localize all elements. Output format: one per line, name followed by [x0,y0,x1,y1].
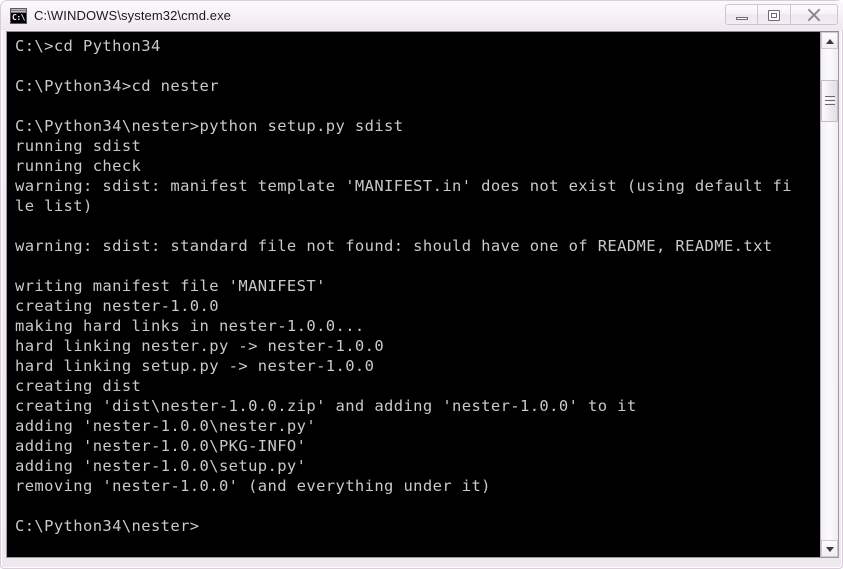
window-title: C:\WINDOWS\system32\cmd.exe [34,8,232,23]
console-line: warning: sdist: standard file not found:… [15,237,773,255]
console-line: C:\Python34\nester> [15,517,200,535]
cmd-window: C:\. C:\WINDOWS\system32\cmd.exe C:\>cd … [0,0,843,569]
console-line: running sdist [15,137,142,155]
console-line: creating 'dist\nester-1.0.0.zip' and add… [15,397,637,415]
console-scrollbar[interactable] [820,32,838,557]
console-line: running check [15,157,142,175]
scrollbar-thumb[interactable] [821,80,838,122]
window-controls [725,4,838,25]
console-line: removing 'nester-1.0.0' (and everything … [15,477,491,495]
console-line: adding 'nester-1.0.0\setup.py' [15,457,307,475]
icon-prompt-text: C:\. [12,12,26,22]
console-line: le list) [15,197,93,215]
console-output[interactable]: C:\>cd Python34 C:\Python34>cd nester C:\P… [7,32,820,557]
scroll-down-button[interactable] [821,540,838,557]
minimize-button[interactable] [725,4,758,25]
scrollbar-grip-icon [824,96,835,106]
console-line: creating nester-1.0.0 [15,297,219,315]
console-line: hard linking setup.py -> nester-1.0.0 [15,357,375,375]
scroll-down-arrow [825,546,834,552]
scroll-up-arrow [825,38,834,44]
window-titlebar[interactable]: C:\. C:\WINDOWS\system32\cmd.exe [1,1,843,30]
console-line: creating dist [15,377,142,395]
console-line: warning: sdist: manifest template 'MANIF… [15,177,792,195]
console-client-area: C:\>cd Python34 C:\Python34>cd nester C:\P… [6,31,839,558]
close-button[interactable] [791,4,838,25]
minimize-icon [736,17,748,20]
restore-button[interactable] [758,4,791,25]
console-line: hard linking nester.py -> nester-1.0.0 [15,337,385,355]
console-line: C:\Python34\nester>python setup.py sdist [15,117,404,135]
scroll-up-button[interactable] [821,32,838,49]
scrollbar-track-lower[interactable] [821,122,838,540]
console-line: making hard links in nester-1.0.0... [15,317,365,335]
console-line: C:\Python34>cd nester [15,77,219,95]
scrollbar-track-upper[interactable] [821,49,838,80]
cmd-console-icon: C:\. [10,7,27,24]
console-line: adding 'nester-1.0.0\PKG-INFO' [15,437,307,455]
close-icon [791,5,837,24]
console-line: writing manifest file 'MANIFEST' [15,277,326,295]
restore-icon [768,10,780,21]
console-line: C:\>cd Python34 [15,37,161,55]
console-line: adding 'nester-1.0.0\nester.py' [15,417,317,435]
